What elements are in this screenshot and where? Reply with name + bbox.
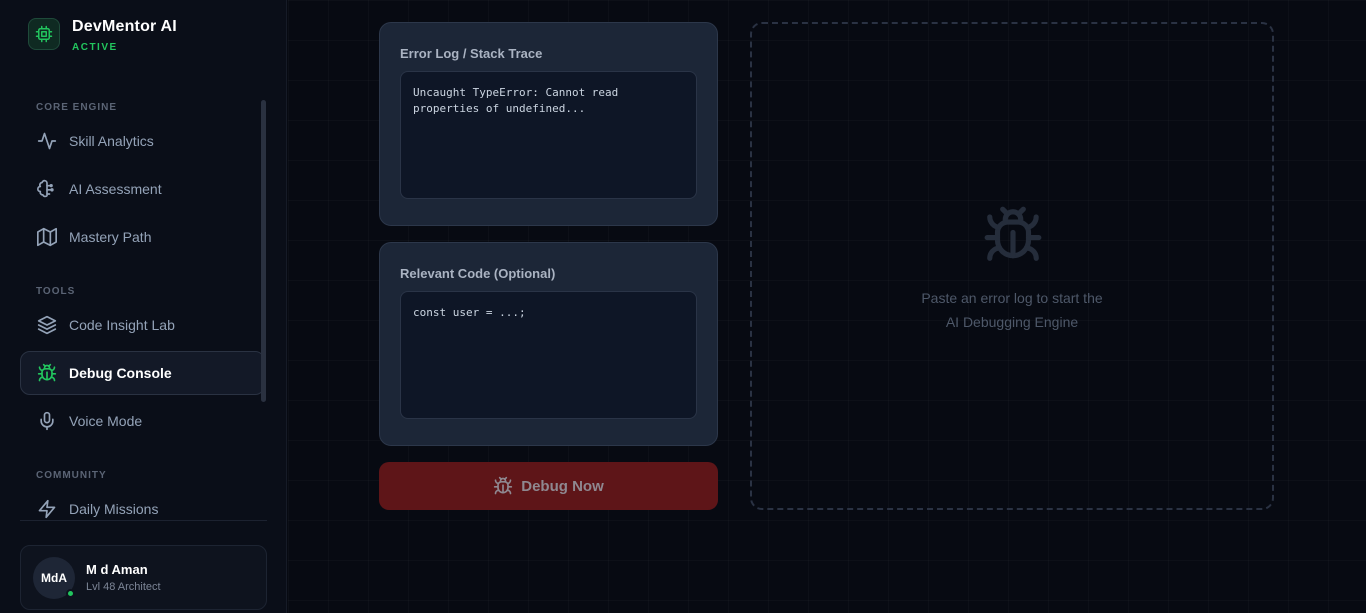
bug-icon xyxy=(493,476,513,496)
online-status-dot xyxy=(66,588,75,598)
empty-state-line-2: AI Debugging Engine xyxy=(945,314,1079,330)
avatar-initials: MdA xyxy=(41,570,67,585)
sidebar-item-code-insight-lab[interactable]: Code Insight Lab xyxy=(20,303,265,347)
user-level: Lvl 48 Architect xyxy=(86,581,161,593)
user-name: M d Aman xyxy=(86,562,148,577)
sidebar-item-label: Code Insight Lab xyxy=(69,317,175,333)
section-label-tools: TOOLS xyxy=(36,286,76,297)
user-profile-card[interactable]: MdA M d Aman Lvl 48 Architect xyxy=(20,545,267,610)
empty-state-text: Paste an error log to start the AI Debug… xyxy=(752,286,1272,334)
sidebar-item-label: Debug Console xyxy=(69,365,172,381)
sidebar-divider xyxy=(20,520,267,521)
sidebar-scrollbar[interactable] xyxy=(261,100,266,402)
error-log-label: Error Log / Stack Trace xyxy=(400,46,543,61)
microphone-icon xyxy=(37,411,57,431)
cpu-icon xyxy=(28,18,60,50)
section-label-community: COMMUNITY xyxy=(36,470,107,481)
debug-result-pane: Paste an error log to start the AI Debug… xyxy=(750,22,1274,510)
sidebar-item-skill-analytics[interactable]: Skill Analytics xyxy=(20,119,265,163)
sidebar-item-debug-console[interactable]: Debug Console xyxy=(20,351,265,395)
relevant-code-input[interactable]: const user = ...; xyxy=(400,291,697,419)
bug-icon xyxy=(37,363,57,383)
error-log-input[interactable]: Uncaught TypeError: Cannot read properti… xyxy=(400,71,697,199)
brain-icon xyxy=(37,179,57,199)
map-icon xyxy=(37,227,57,247)
relevant-code-panel: Relevant Code (Optional) const user = ..… xyxy=(379,242,718,446)
sidebar-nav: CORE ENGINE Skill Analytics AI Assessmen… xyxy=(20,90,265,520)
relevant-code-label: Relevant Code (Optional) xyxy=(400,266,556,281)
sidebar-item-label: Skill Analytics xyxy=(69,133,154,149)
debug-now-label: Debug Now xyxy=(521,477,604,495)
sidebar: DevMentor AI ACTIVE CORE ENGINE Skill An… xyxy=(0,0,287,613)
brand-title: DevMentor AI xyxy=(72,18,177,35)
brand: DevMentor AI ACTIVE xyxy=(28,18,177,53)
empty-state-line-1: Paste an error log to start the xyxy=(921,290,1103,306)
sidebar-item-mastery-path[interactable]: Mastery Path xyxy=(20,215,265,259)
sidebar-item-label: AI Assessment xyxy=(69,181,162,197)
sidebar-item-daily-missions[interactable]: Daily Missions xyxy=(20,487,265,520)
status-badge: ACTIVE xyxy=(72,42,118,53)
activity-icon xyxy=(37,131,57,151)
layers-icon xyxy=(37,315,57,335)
sidebar-item-label: Voice Mode xyxy=(69,413,143,429)
zap-icon xyxy=(37,499,57,519)
debug-now-button[interactable]: Debug Now xyxy=(379,462,718,510)
section-label-core-engine: CORE ENGINE xyxy=(36,102,118,113)
sidebar-item-label: Daily Missions xyxy=(69,501,159,517)
avatar: MdA xyxy=(33,556,75,599)
main-content: Error Log / Stack Trace Uncaught TypeErr… xyxy=(288,0,1366,613)
sidebar-item-label: Mastery Path xyxy=(69,229,152,245)
error-log-panel: Error Log / Stack Trace Uncaught TypeErr… xyxy=(379,22,718,226)
sidebar-item-ai-assessment[interactable]: AI Assessment xyxy=(20,167,265,211)
bug-icon xyxy=(982,204,1044,271)
sidebar-item-voice-mode[interactable]: Voice Mode xyxy=(20,399,265,443)
